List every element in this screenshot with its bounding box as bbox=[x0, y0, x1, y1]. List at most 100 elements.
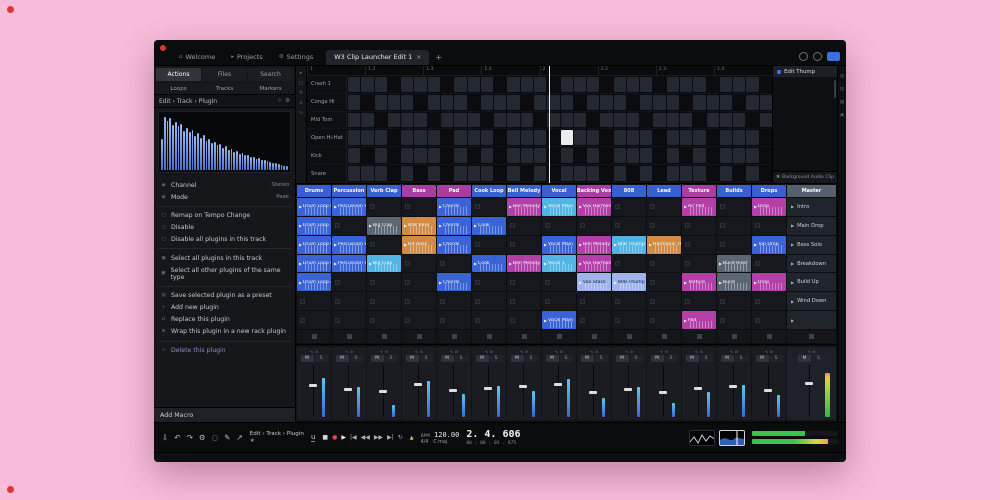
drum-step[interactable] bbox=[733, 166, 745, 181]
drum-step[interactable] bbox=[614, 130, 626, 145]
drum-step[interactable] bbox=[481, 95, 493, 110]
drum-step[interactable] bbox=[507, 166, 519, 181]
menu-item-wrap-this-plugin-in-a-new-rack-plugin[interactable]: ⊞Wrap this plugin in a new rack plugin bbox=[154, 326, 295, 338]
drum-step[interactable] bbox=[693, 95, 705, 110]
drum-step[interactable] bbox=[534, 148, 546, 163]
drum-step[interactable] bbox=[507, 148, 519, 163]
scene-play-icon[interactable]: ▶ bbox=[791, 299, 794, 304]
drum-step[interactable] bbox=[481, 130, 493, 145]
tempo-marker-icon[interactable]: ▲ bbox=[410, 435, 414, 441]
drum-step[interactable] bbox=[746, 148, 758, 163]
drum-step[interactable] bbox=[640, 166, 652, 181]
add-macro-button[interactable]: Add Macro bbox=[154, 407, 295, 422]
drum-step[interactable] bbox=[534, 166, 546, 181]
drum-step[interactable] bbox=[707, 130, 719, 145]
help-circle-icon[interactable] bbox=[799, 52, 808, 61]
return-to-start-button[interactable]: |◀ bbox=[350, 434, 357, 441]
clip-chords[interactable]: ▶Chords bbox=[437, 198, 471, 216]
drum-step[interactable] bbox=[454, 148, 466, 163]
drum-step[interactable] bbox=[375, 95, 387, 110]
drum-step[interactable] bbox=[653, 113, 665, 128]
u-mode-icon[interactable]: u bbox=[311, 434, 315, 442]
clip-play-icon[interactable]: ▶ bbox=[719, 280, 722, 285]
clip-play-icon[interactable]: ▶ bbox=[334, 261, 337, 266]
clip-drum-loop-full[interactable]: ▶Drum Loop Full bbox=[297, 255, 331, 273]
drum-step[interactable] bbox=[667, 148, 679, 163]
fader-handle[interactable] bbox=[729, 385, 737, 388]
fader-handle[interactable] bbox=[414, 383, 422, 386]
drum-step[interactable] bbox=[481, 113, 493, 128]
clip-slot[interactable] bbox=[717, 236, 751, 254]
clip-slot[interactable] bbox=[437, 255, 471, 273]
clip-play-icon[interactable]: ▶ bbox=[579, 242, 582, 247]
clip-slot[interactable] bbox=[612, 311, 646, 329]
clip-play-icon[interactable]: ▶ bbox=[439, 223, 442, 228]
drum-step[interactable] bbox=[653, 130, 665, 145]
drum-step[interactable] bbox=[746, 113, 758, 128]
drum-step[interactable] bbox=[441, 148, 453, 163]
browser-toggle-icon[interactable]: ▤ bbox=[840, 74, 844, 79]
clip-slot[interactable] bbox=[297, 292, 331, 310]
column-header-backing-vox[interactable]: Backing Vox bbox=[577, 185, 611, 197]
clip-play-icon[interactable]: ▶ bbox=[474, 261, 477, 266]
clip-slot[interactable] bbox=[402, 292, 436, 310]
drum-step[interactable] bbox=[720, 130, 732, 145]
drum-step[interactable] bbox=[454, 130, 466, 145]
drum-step[interactable] bbox=[707, 77, 719, 92]
timeline-ruler[interactable]: 11.21.31.422.22.32.4 bbox=[307, 66, 772, 76]
mute-button[interactable]: M bbox=[721, 355, 734, 362]
stop-clips-button[interactable] bbox=[472, 330, 506, 343]
mute-button[interactable]: M bbox=[406, 355, 419, 362]
clip-big-clap[interactable]: ▶Big Clap bbox=[367, 217, 401, 235]
drum-step[interactable] bbox=[760, 77, 772, 92]
account-circle-icon[interactable] bbox=[813, 52, 822, 61]
toolbar-breadcrumb[interactable]: Edit › Track › Plugin bbox=[250, 431, 304, 437]
drum-step[interactable] bbox=[375, 113, 387, 128]
pan-knob[interactable]: ∿ ⊙ bbox=[544, 348, 574, 355]
clip-texture[interactable]: ▶Texture bbox=[682, 273, 716, 291]
drum-step[interactable] bbox=[587, 95, 599, 110]
drum-step[interactable] bbox=[561, 166, 573, 181]
fader-area[interactable] bbox=[339, 364, 361, 418]
drum-step[interactable] bbox=[468, 148, 480, 163]
drum-step[interactable] bbox=[600, 113, 612, 128]
clip-harmonic-70-3[interactable]: ▶Harmonic 70_3 bbox=[647, 236, 681, 254]
drum-step[interactable] bbox=[746, 95, 758, 110]
solo-button[interactable]: S bbox=[560, 355, 573, 362]
column-header-percussion[interactable]: Percussion bbox=[332, 185, 366, 197]
drum-step[interactable] bbox=[600, 166, 612, 181]
clip-play-icon[interactable]: ▶ bbox=[299, 280, 302, 285]
fader-area[interactable] bbox=[374, 364, 396, 418]
drum-step[interactable] bbox=[680, 95, 692, 110]
menu-item-replace-this-plugin[interactable]: ⇄Replace this plugin bbox=[154, 314, 295, 326]
drum-step[interactable] bbox=[640, 130, 652, 145]
tab-edit[interactable]: W3 Clip Launcher Edit 1 × bbox=[326, 50, 429, 65]
clip-build-riser[interactable]: ▶Build Riser bbox=[717, 255, 751, 273]
import-icon[interactable]: ⇩ bbox=[162, 433, 168, 442]
rewind-button[interactable]: ◀◀ bbox=[361, 434, 370, 441]
drum-step[interactable] bbox=[454, 77, 466, 92]
clip-top-drop[interactable]: ▶Top Drop bbox=[752, 236, 786, 254]
clip-slot[interactable] bbox=[472, 236, 506, 254]
list-tool-icon[interactable]: ≡ bbox=[299, 101, 303, 106]
drum-step[interactable] bbox=[653, 95, 665, 110]
mute-button[interactable]: M bbox=[441, 355, 454, 362]
drum-step[interactable] bbox=[720, 113, 732, 128]
stop-clips-button[interactable] bbox=[577, 330, 611, 343]
clip-slot[interactable] bbox=[332, 273, 366, 291]
drum-step[interactable] bbox=[733, 113, 745, 128]
output-scope-display[interactable] bbox=[719, 430, 745, 446]
solo-button[interactable]: S bbox=[812, 355, 825, 362]
column-header-drums[interactable]: Drums bbox=[297, 185, 331, 197]
drum-step[interactable] bbox=[760, 148, 772, 163]
drum-step[interactable] bbox=[494, 113, 506, 128]
clip-slot[interactable] bbox=[402, 311, 436, 329]
fader-handle[interactable] bbox=[805, 382, 813, 385]
drum-step[interactable] bbox=[640, 148, 652, 163]
position-display[interactable]: 2. 4. 606 00 : 00 : 03 . 875 bbox=[466, 430, 520, 446]
drum-step[interactable] bbox=[494, 148, 506, 163]
clip-slot[interactable] bbox=[367, 236, 401, 254]
solo-button[interactable]: S bbox=[665, 355, 678, 362]
clip-drum-loop-top[interactable]: ▶Drum Loop Top bbox=[297, 217, 331, 235]
clip-play-icon[interactable]: ▶ bbox=[754, 280, 757, 285]
